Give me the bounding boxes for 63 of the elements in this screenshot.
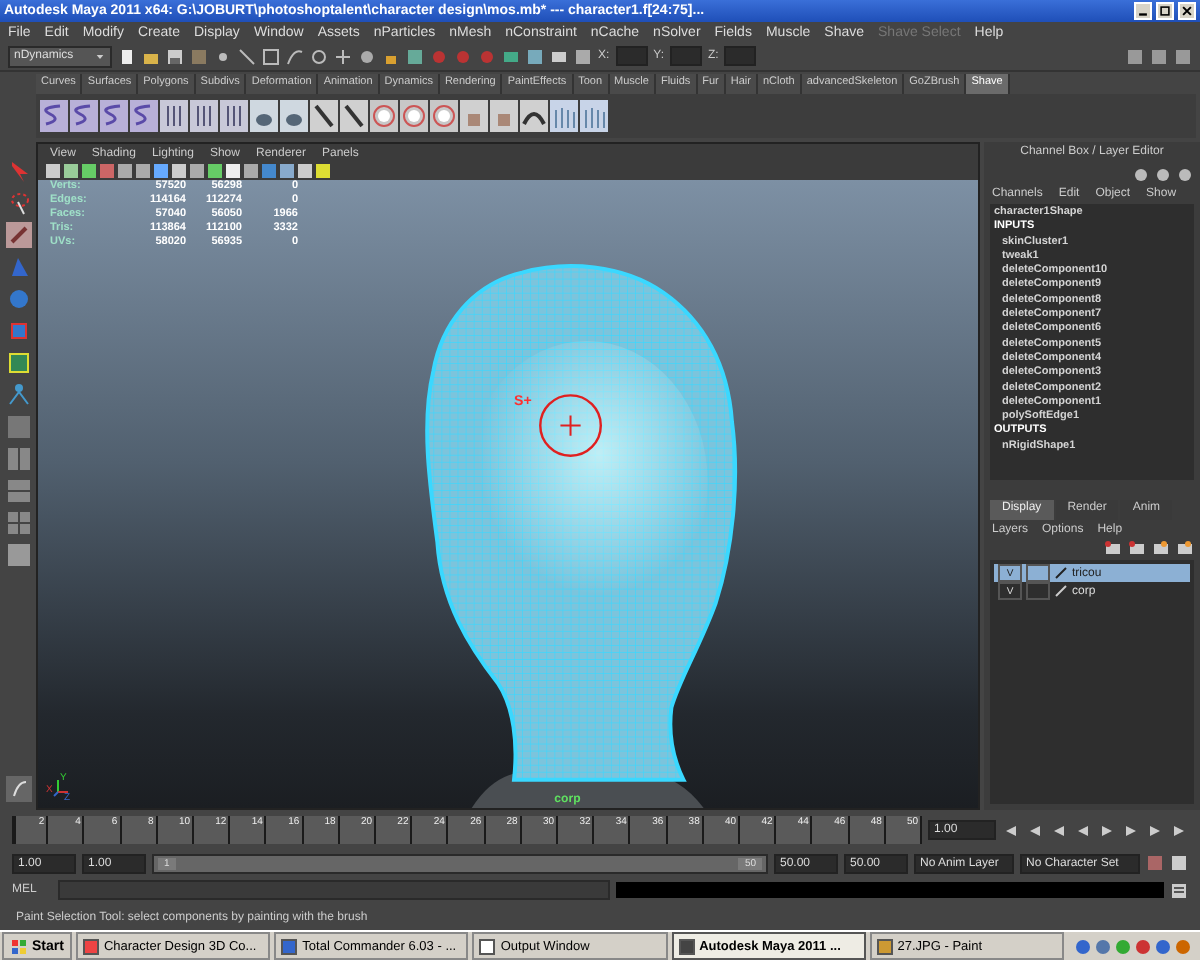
bars-icon[interactable] (160, 100, 188, 132)
selection-circle[interactable] (539, 394, 602, 457)
layer-down-icon[interactable] (1176, 540, 1194, 558)
circle-icon[interactable] (214, 47, 232, 65)
crosshair-icon (559, 414, 582, 437)
squiggle-icon[interactable] (100, 100, 128, 132)
app-icon (875, 937, 894, 955)
maximize-button[interactable] (1156, 2, 1174, 20)
spark-icon[interactable] (400, 100, 428, 132)
current-time-marker[interactable] (12, 816, 16, 844)
brush-icon[interactable] (340, 100, 368, 132)
brush-icon[interactable] (5, 222, 31, 248)
squiggle-icon[interactable] (40, 100, 68, 132)
curve-icon[interactable] (286, 47, 304, 65)
spark-icon[interactable] (430, 100, 458, 132)
app-icon (677, 937, 696, 955)
coordinate-field[interactable] (724, 46, 757, 66)
step-back-key-icon[interactable] (1026, 821, 1044, 839)
go-to-start-icon[interactable] (1002, 821, 1020, 839)
play-icon[interactable] (1098, 821, 1116, 839)
mesh-icon[interactable] (250, 100, 278, 132)
save-icon[interactable] (166, 47, 184, 65)
square-icon[interactable] (190, 47, 208, 65)
plus-icon[interactable] (334, 47, 352, 65)
step-forward-key-icon[interactable] (1146, 821, 1164, 839)
close-icon (1180, 4, 1194, 18)
bars-icon[interactable] (220, 100, 248, 132)
lasso-icon[interactable] (5, 190, 31, 216)
step-forward-icon[interactable] (1122, 821, 1140, 839)
layer-color-swatch[interactable] (1026, 582, 1050, 600)
app-icon (81, 937, 100, 955)
box-icon[interactable] (5, 350, 31, 376)
new-layer-icon[interactable] (1104, 540, 1122, 558)
mesh-icon[interactable] (280, 100, 308, 132)
layer-color-swatch[interactable] (1026, 564, 1050, 582)
sphere-icon[interactable] (1154, 166, 1172, 184)
app-icon (280, 937, 299, 955)
line-icon[interactable] (238, 47, 256, 65)
squiggle-icon[interactable] (70, 100, 98, 132)
arc-icon[interactable] (520, 100, 548, 132)
windows-logo-icon (10, 937, 28, 955)
layer-up-icon[interactable] (1152, 540, 1170, 558)
close-button[interactable] (1178, 2, 1196, 20)
brush-icon[interactable] (5, 776, 31, 802)
hierarchy-icon[interactable] (5, 382, 31, 408)
hair-icon[interactable] (580, 100, 608, 132)
app-icon (478, 937, 497, 955)
maximize-icon (1158, 4, 1172, 18)
new-file-icon[interactable] (118, 47, 136, 65)
go-to-end-icon[interactable] (1170, 821, 1188, 839)
brush-icon[interactable] (310, 100, 338, 132)
squiggle-icon[interactable] (130, 100, 158, 132)
new-layer-icon[interactable] (1128, 540, 1146, 558)
play-backward-icon[interactable] (1074, 821, 1092, 839)
command-input-field[interactable] (58, 880, 610, 900)
target-icon[interactable] (310, 47, 328, 65)
script-editor-icon[interactable] (1170, 881, 1188, 899)
coordinate-field[interactable] (615, 46, 648, 66)
coordinate-field[interactable] (670, 46, 703, 66)
bars-icon[interactable] (190, 100, 218, 132)
step-back-icon[interactable] (1050, 821, 1068, 839)
spark-icon[interactable] (370, 100, 398, 132)
minimize-button[interactable] (1134, 2, 1152, 20)
